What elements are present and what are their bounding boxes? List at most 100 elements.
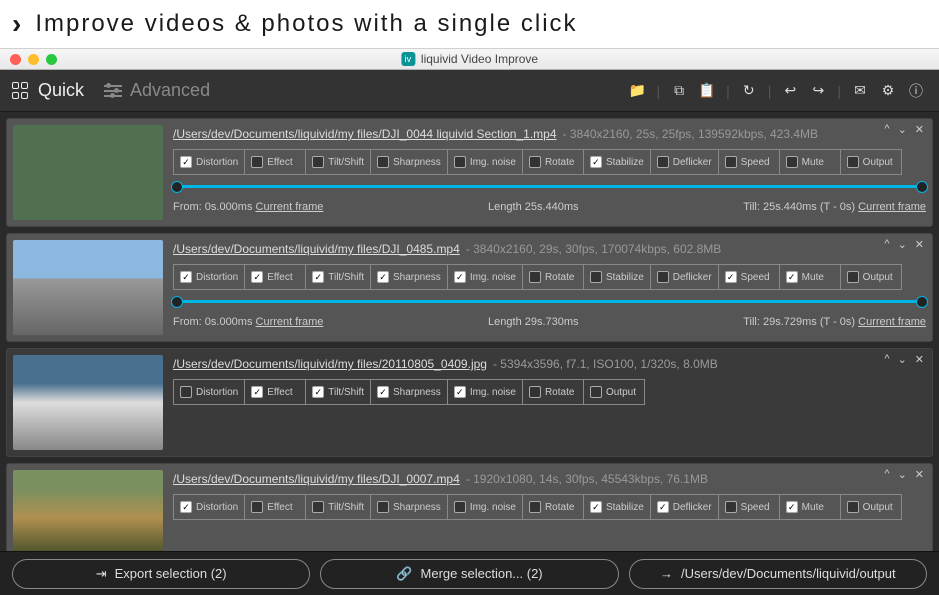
gear-icon[interactable]: ⚙ bbox=[877, 80, 899, 102]
effect-tiltshift[interactable]: ✓Tilt/Shift bbox=[305, 264, 371, 290]
effect-effect[interactable]: ✓Effect bbox=[244, 379, 306, 405]
checkbox[interactable]: ✓ bbox=[312, 386, 324, 398]
effect-effect[interactable]: Effect bbox=[244, 494, 306, 520]
checkbox[interactable]: ✓ bbox=[786, 271, 798, 283]
file-path[interactable]: /Users/dev/Documents/liquivid/my files/D… bbox=[173, 472, 460, 486]
effect-deflicker[interactable]: Deflicker bbox=[650, 149, 719, 175]
checkbox[interactable] bbox=[377, 501, 389, 513]
effect-deflicker[interactable]: ✓Deflicker bbox=[650, 494, 719, 520]
checkbox[interactable] bbox=[847, 501, 859, 513]
effect-effect[interactable]: ✓Effect bbox=[244, 264, 306, 290]
open-folder-icon[interactable]: 📁 bbox=[626, 80, 648, 102]
effect-output[interactable]: Output bbox=[840, 149, 902, 175]
checkbox[interactable] bbox=[786, 156, 798, 168]
checkbox[interactable]: ✓ bbox=[377, 386, 389, 398]
checkbox[interactable]: ✓ bbox=[312, 271, 324, 283]
effect-distortion[interactable]: ✓Distortion bbox=[173, 264, 245, 290]
minimize-window-icon[interactable] bbox=[28, 54, 39, 65]
collapse-icon[interactable]: ^ bbox=[884, 353, 889, 366]
media-row[interactable]: ^⌄✕/Users/dev/Documents/liquivid/my file… bbox=[6, 463, 933, 551]
effect-effect[interactable]: Effect bbox=[244, 149, 306, 175]
output-path-button[interactable]: → /Users/dev/Documents/liquivid/output bbox=[629, 559, 927, 589]
effect-stabilize[interactable]: ✓Stabilize bbox=[583, 494, 651, 520]
checkbox[interactable] bbox=[529, 501, 541, 513]
close-window-icon[interactable] bbox=[10, 54, 21, 65]
from-link[interactable]: Current frame bbox=[256, 201, 324, 213]
effect-tiltshift[interactable]: ✓Tilt/Shift bbox=[305, 379, 371, 405]
checkbox[interactable] bbox=[377, 156, 389, 168]
checkbox[interactable]: ✓ bbox=[251, 386, 263, 398]
effect-rotate[interactable]: Rotate bbox=[522, 379, 584, 405]
checkbox[interactable]: ✓ bbox=[454, 271, 466, 283]
close-icon[interactable]: ✕ bbox=[915, 468, 924, 481]
effect-imgnoise[interactable]: Img. noise bbox=[447, 149, 523, 175]
info-icon[interactable]: ⓘ bbox=[905, 80, 927, 102]
checkbox[interactable]: ✓ bbox=[725, 271, 737, 283]
checkbox[interactable] bbox=[529, 271, 541, 283]
checkbox[interactable] bbox=[251, 501, 263, 513]
checkbox[interactable] bbox=[251, 156, 263, 168]
effect-output[interactable]: Output bbox=[583, 379, 645, 405]
media-row[interactable]: ^ ⌄ ✕ /Users/dev/Documents/liquivid/my file… bbox=[6, 118, 933, 227]
effect-rotate[interactable]: Rotate bbox=[522, 264, 584, 290]
media-row[interactable]: ^⌄✕/Users/dev/Documents/liquivid/my file… bbox=[6, 348, 933, 457]
effect-imgnoise[interactable]: ✓Img. noise bbox=[447, 379, 523, 405]
checkbox[interactable]: ✓ bbox=[786, 501, 798, 513]
effect-stabilize[interactable]: Stabilize bbox=[583, 264, 651, 290]
checkbox[interactable] bbox=[590, 271, 602, 283]
from-link[interactable]: Current frame bbox=[256, 316, 324, 328]
file-path[interactable]: /Users/dev/Documents/liquivid/my files/D… bbox=[173, 242, 460, 256]
checkbox[interactable]: ✓ bbox=[454, 386, 466, 398]
refresh-icon[interactable]: ↻ bbox=[738, 80, 760, 102]
effect-distortion[interactable]: Distortion bbox=[173, 379, 245, 405]
checkbox[interactable] bbox=[725, 501, 737, 513]
checkbox[interactable]: ✓ bbox=[590, 501, 602, 513]
undo-icon[interactable]: ↩ bbox=[779, 80, 801, 102]
checkbox[interactable]: ✓ bbox=[180, 156, 192, 168]
till-link[interactable]: Current frame bbox=[858, 201, 926, 213]
file-path[interactable]: /Users/dev/Documents/liquivid/my files/2… bbox=[173, 357, 487, 371]
effect-sharpness[interactable]: Sharpness bbox=[370, 494, 448, 520]
effect-sharpness[interactable]: Sharpness bbox=[370, 149, 448, 175]
mail-icon[interactable]: ✉ bbox=[849, 80, 871, 102]
effect-tiltshift[interactable]: Tilt/Shift bbox=[305, 494, 371, 520]
file-path[interactable]: /Users/dev/Documents/liquivid/my files/D… bbox=[173, 127, 557, 141]
checkbox[interactable] bbox=[454, 156, 466, 168]
effect-sharpness[interactable]: ✓Sharpness bbox=[370, 379, 448, 405]
effect-speed[interactable]: ✓Speed bbox=[718, 264, 780, 290]
checkbox[interactable] bbox=[312, 501, 324, 513]
expand-icon[interactable]: ⌄ bbox=[898, 353, 907, 366]
checkbox[interactable]: ✓ bbox=[657, 501, 669, 513]
effect-deflicker[interactable]: Deflicker bbox=[650, 264, 719, 290]
checkbox[interactable] bbox=[657, 271, 669, 283]
collapse-icon[interactable]: ^ bbox=[884, 468, 889, 481]
effect-distortion[interactable]: ✓Distortion bbox=[173, 494, 245, 520]
merge-selection-button[interactable]: 🔗 Merge selection... (2) bbox=[320, 559, 618, 589]
effect-output[interactable]: Output bbox=[840, 494, 902, 520]
mode-quick[interactable]: Quick bbox=[12, 80, 84, 101]
thumbnail[interactable] bbox=[13, 240, 163, 335]
effect-distortion[interactable]: ✓Distortion bbox=[173, 149, 245, 175]
collapse-icon[interactable]: ^ bbox=[884, 123, 889, 136]
close-icon[interactable]: ✕ bbox=[915, 238, 924, 251]
effect-sharpness[interactable]: ✓Sharpness bbox=[370, 264, 448, 290]
effect-speed[interactable]: Speed bbox=[718, 149, 780, 175]
effect-speed[interactable]: Speed bbox=[718, 494, 780, 520]
till-link[interactable]: Current frame bbox=[858, 316, 926, 328]
checkbox[interactable] bbox=[454, 501, 466, 513]
effect-mute[interactable]: ✓Mute bbox=[779, 494, 841, 520]
effect-rotate[interactable]: Rotate bbox=[522, 494, 584, 520]
effect-tiltshift[interactable]: Tilt/Shift bbox=[305, 149, 371, 175]
effect-stabilize[interactable]: ✓Stabilize bbox=[583, 149, 651, 175]
checkbox[interactable]: ✓ bbox=[180, 501, 192, 513]
media-row[interactable]: ^⌄✕/Users/dev/Documents/liquivid/my file… bbox=[6, 233, 933, 342]
checkbox[interactable]: ✓ bbox=[251, 271, 263, 283]
copy-icon[interactable]: ⧉ bbox=[668, 80, 690, 102]
close-icon[interactable]: ✕ bbox=[915, 123, 924, 136]
checkbox[interactable]: ✓ bbox=[180, 271, 192, 283]
thumbnail[interactable] bbox=[13, 355, 163, 450]
expand-icon[interactable]: ⌄ bbox=[898, 123, 907, 136]
checkbox[interactable] bbox=[312, 156, 324, 168]
effect-rotate[interactable]: Rotate bbox=[522, 149, 584, 175]
checkbox[interactable] bbox=[847, 271, 859, 283]
